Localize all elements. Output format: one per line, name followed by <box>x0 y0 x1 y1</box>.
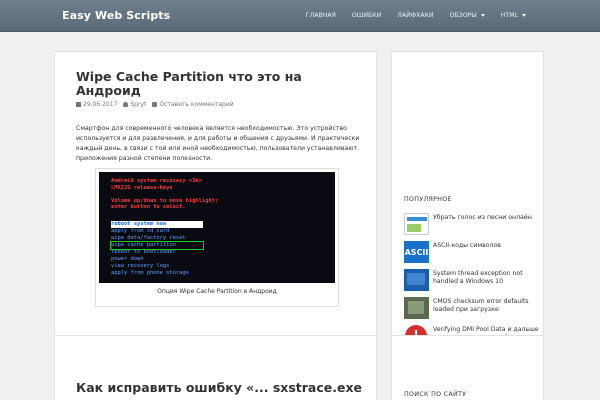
recovery-header-line: LMX22G release-keys <box>111 184 173 191</box>
caret-down-icon <box>480 14 485 17</box>
nav-item-label: ОБЗОРЫ <box>449 12 477 19</box>
user-icon <box>123 102 129 107</box>
widget-heading: ПОПУЛЯРНОЕ <box>404 196 452 203</box>
popular-item-link[interactable]: Убрать голос из песни онлайн <box>433 213 532 222</box>
post-card: Как исправить ошибку «... sxstrace.exe <box>54 335 377 400</box>
recovery-menu-item: power down <box>111 256 144 262</box>
nav-item-label: HTML <box>500 12 518 19</box>
nav-item-label: ЛАЙФХАКИ <box>397 12 434 19</box>
nav-item-html[interactable]: HTML <box>493 12 534 19</box>
nav-item-label: ГЛАВНАЯ <box>305 12 336 19</box>
nav-item-reviews[interactable]: ОБЗОРЫ <box>442 12 493 19</box>
main-nav: ГЛАВНАЯ ОШИБКИ ЛАЙФХАКИ ОБЗОРЫ HTML <box>298 12 534 19</box>
audio-editor-thumb-icon[interactable] <box>404 213 429 235</box>
popular-item-link[interactable]: ASCII-коды символов <box>433 241 501 250</box>
post-date-text: 29.06.2017 <box>83 101 118 108</box>
nav-item-errors[interactable]: ОШИБКИ <box>344 12 389 19</box>
recovery-menu-item: apply from sd card <box>111 228 170 234</box>
popular-item[interactable]: System thread exception not handled в Wi… <box>404 269 539 291</box>
popular-item[interactable]: Убрать голос из песни онлайн <box>404 213 539 235</box>
comment-icon <box>152 102 158 107</box>
recovery-menu-item-highlighted: wipe cache partition <box>110 241 204 250</box>
recovery-menu-item: reboot to bootloader <box>111 249 176 255</box>
recovery-screenshot: Android system recovery <3e> LMX22G rele… <box>99 172 335 283</box>
recovery-header: Android system recovery <3e> LMX22G rele… <box>111 178 218 211</box>
windows-thumb-icon[interactable] <box>404 269 429 291</box>
post-card: Wipe Cache Partition что это на Андроид … <box>54 51 377 339</box>
post-title[interactable]: Wipe Cache Partition что это на Андроид <box>76 70 356 98</box>
nav-item-home[interactable]: ГЛАВНАЯ <box>298 12 344 19</box>
caret-down-icon <box>522 14 526 17</box>
comment-link-text: Оставить комментарий <box>159 101 234 108</box>
post-figure: Android system recovery <3e> LMX22G rele… <box>95 168 339 307</box>
top-navbar: Easy Web Scripts ГЛАВНАЯ ОШИБКИ ЛАЙФХАКИ… <box>0 0 600 32</box>
sidebar-widget-popular: ПОПУЛЯРНОЕ Убрать голос из песни онлайн … <box>391 51 544 347</box>
recovery-menu-item: wipe data/factory reset <box>111 235 186 241</box>
post-meta: 29.06.2017 Spryt Оставить комментарий <box>76 101 234 108</box>
recovery-menu-item: view recovery logs <box>111 263 170 269</box>
popular-list: Убрать голос из песни онлайн ASCII ASCII… <box>404 213 539 353</box>
recovery-menu-item: apply from phone storage <box>111 270 189 276</box>
post-title[interactable]: Как исправить ошибку «... sxstrace.exe <box>76 381 376 395</box>
popular-item[interactable]: CMOS checksum error defaults loaded при … <box>404 297 539 319</box>
recovery-header-line: enter button to select. <box>111 204 186 211</box>
recovery-header-line <box>111 191 218 198</box>
post-excerpt: Смартфон для современного человека являе… <box>76 125 360 162</box>
post-author[interactable]: Spryt <box>123 101 146 108</box>
recovery-header-line: Android system recovery <3e> <box>111 178 202 184</box>
recovery-header-line: Volume up/down to move highlight; <box>111 197 219 204</box>
ascii-thumb-icon[interactable]: ASCII <box>404 241 429 263</box>
widget-heading: ПОИСК ПО САЙТУ <box>404 391 467 398</box>
post-author-text: Spryt <box>130 101 147 108</box>
popular-item-link[interactable]: System thread exception not handled в Wi… <box>433 269 539 286</box>
recovery-menu: reboot system now apply from sd card wip… <box>110 221 204 277</box>
comment-link[interactable]: Оставить комментарий <box>152 101 234 108</box>
recovery-menu-item: reboot system now <box>111 221 203 228</box>
figure-caption: Опция Wipe Cache Partition в Андроид <box>157 288 277 295</box>
popular-item-link[interactable]: CMOS checksum error defaults loaded при … <box>433 297 539 314</box>
nav-item-lifehacks[interactable]: ЛАЙФХАКИ <box>389 12 441 19</box>
sidebar-widget-search: ПОИСК ПО САЙТУ <box>391 335 544 400</box>
site-brand[interactable]: Easy Web Scripts <box>62 9 170 22</box>
nav-item-label: ОШИБКИ <box>351 12 382 19</box>
calendar-icon <box>76 102 81 107</box>
post-date: 29.06.2017 <box>76 101 117 108</box>
popular-item[interactable]: ASCII ASCII-коды символов <box>404 241 539 263</box>
motherboard-thumb-icon[interactable] <box>404 297 429 319</box>
